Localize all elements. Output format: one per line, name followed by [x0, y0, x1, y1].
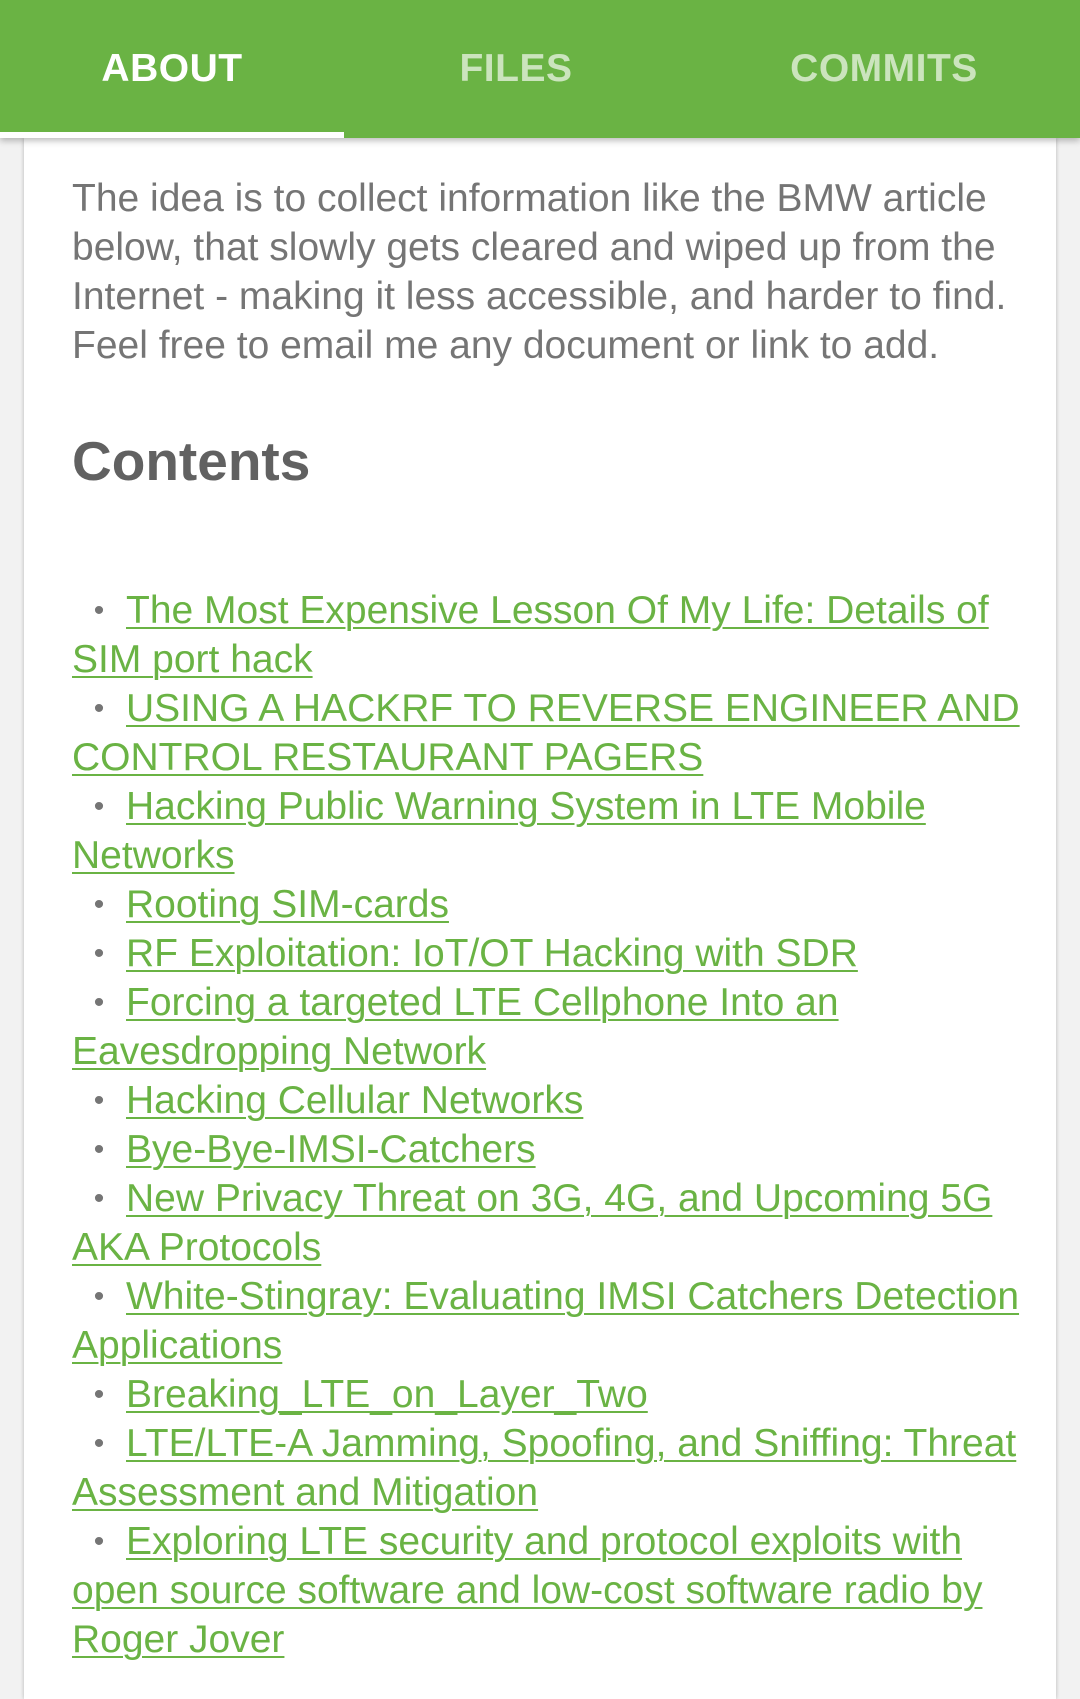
- content-link[interactable]: White-Stingray: Evaluating IMSI Catchers…: [72, 1275, 1019, 1367]
- bullet-icon: •: [93, 937, 105, 970]
- list-item: • LTE/LTE-A Jamming, Spoofing, and Sniffi…: [72, 1419, 1032, 1517]
- list-item: • Forcing a targeted LTE Cellphone Into a…: [72, 978, 1032, 1076]
- content-link[interactable]: Rooting SIM-cards: [126, 883, 449, 926]
- bullet-icon: •: [93, 1182, 105, 1215]
- contents-heading: Contents: [72, 430, 311, 492]
- bullet-icon: •: [93, 1427, 105, 1460]
- bullet-icon: •: [93, 1378, 105, 1411]
- tab-bar: ABOUT FILES COMMITS: [0, 0, 1080, 138]
- content-link[interactable]: Bye-Bye-IMSI-Catchers: [126, 1128, 536, 1171]
- content-link[interactable]: LTE/LTE-A Jamming, Spoofing, and Sniffin…: [72, 1422, 1016, 1514]
- list-item: • Rooting SIM-cards: [72, 880, 1032, 929]
- content-link[interactable]: New Privacy Threat on 3G, 4G, and Upcomi…: [72, 1177, 992, 1269]
- content-link[interactable]: The Most Expensive Lesson Of My Life: De…: [72, 589, 989, 681]
- list-item: • New Privacy Threat on 3G, 4G, and Upcom…: [72, 1174, 1032, 1272]
- bullet-icon: •: [93, 692, 105, 725]
- list-item: • RF Exploitation: IoT/OT Hacking with SD…: [72, 929, 1032, 978]
- content-link[interactable]: Exploring LTE security and protocol expl…: [72, 1520, 982, 1661]
- active-tab-indicator: [0, 132, 344, 138]
- bullet-icon: •: [93, 888, 105, 921]
- about-card: The idea is to collect information like …: [24, 138, 1056, 1699]
- list-item: • USING A HACKRF TO REVERSE ENGINEER AND …: [72, 684, 1032, 782]
- tab-commits-label: COMMITS: [790, 47, 978, 90]
- content-link[interactable]: RF Exploitation: IoT/OT Hacking with SDR: [126, 932, 858, 975]
- bullet-icon: •: [93, 594, 105, 627]
- content-link[interactable]: Breaking_LTE_on_Layer_Two: [126, 1373, 648, 1416]
- intro-text: The idea is to collect information like …: [72, 177, 1007, 367]
- contents-list: • The Most Expensive Lesson Of My Life: D…: [72, 586, 1032, 1664]
- list-item: • White-Stingray: Evaluating IMSI Catcher…: [72, 1272, 1032, 1370]
- tab-files[interactable]: FILES: [344, 0, 688, 138]
- list-item: • Hacking Public Warning System in LTE Mo…: [72, 782, 1032, 880]
- content-link[interactable]: USING A HACKRF TO REVERSE ENGINEER AND C…: [72, 687, 1020, 779]
- bullet-icon: •: [93, 1280, 105, 1313]
- bullet-icon: •: [93, 790, 105, 823]
- content-link[interactable]: Hacking Public Warning System in LTE Mob…: [72, 785, 926, 877]
- bullet-icon: •: [93, 1525, 105, 1558]
- list-item: • Breaking_LTE_on_Layer_Two: [72, 1370, 1032, 1419]
- list-item: • Exploring LTE security and protocol exp…: [72, 1517, 1032, 1664]
- tab-files-label: FILES: [459, 47, 573, 90]
- list-item: • Hacking Cellular Networks: [72, 1076, 1032, 1125]
- content-link[interactable]: Forcing a targeted LTE Cellphone Into an…: [72, 981, 839, 1073]
- list-item: • Bye-Bye-IMSI-Catchers: [72, 1125, 1032, 1174]
- tab-commits[interactable]: COMMITS: [688, 0, 1080, 138]
- bullet-icon: •: [93, 1084, 105, 1117]
- content-link[interactable]: Hacking Cellular Networks: [126, 1079, 583, 1122]
- list-item: • The Most Expensive Lesson Of My Life: D…: [72, 586, 1032, 684]
- bullet-icon: •: [93, 986, 105, 1019]
- bullet-icon: •: [93, 1133, 105, 1166]
- tab-about[interactable]: ABOUT: [0, 0, 344, 138]
- tab-about-label: ABOUT: [101, 47, 243, 90]
- readme-content: The idea is to collect information like …: [72, 174, 1032, 1664]
